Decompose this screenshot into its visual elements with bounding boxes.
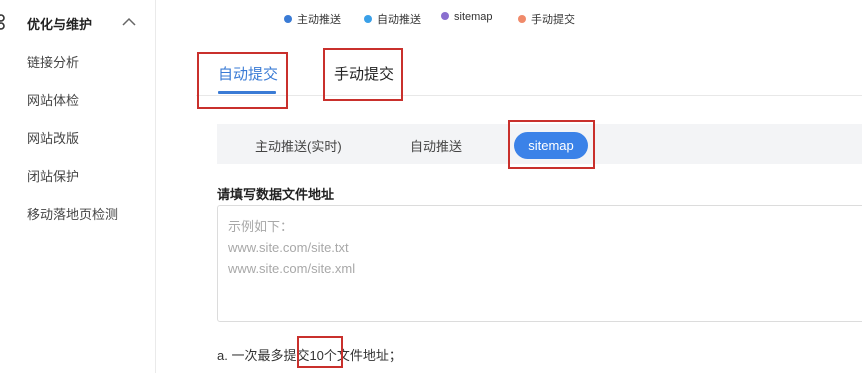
sidebar: 优化与维护 链接分析 网站体检 网站改版 闭站保护 移动落地页检测 bbox=[0, 0, 156, 373]
data-file-address-label: 请填写数据文件地址 bbox=[217, 187, 335, 202]
data-file-address-input[interactable]: 示例如下： www.site.com/site.txt www.site.com… bbox=[217, 205, 862, 322]
legend-dot bbox=[518, 15, 526, 23]
sidebar-section-header[interactable]: 优化与维护 bbox=[0, 10, 156, 36]
legend-item-active-push: 主动推送 bbox=[284, 11, 341, 27]
legend-dot bbox=[441, 12, 449, 20]
sidebar-item-link-analysis[interactable]: 链接分析 bbox=[27, 52, 79, 71]
sidebar-section-label: 优化与维护 bbox=[27, 17, 93, 32]
legend-dot bbox=[284, 15, 292, 23]
submission-limit-note: a. 一次最多提交10个文件地址； bbox=[217, 348, 402, 363]
submission-method-tabs: 主动推送(实时) 自动推送 sitemap bbox=[217, 124, 862, 164]
subtab-sitemap[interactable]: sitemap bbox=[514, 132, 588, 159]
sidebar-item-mobile-landing-check[interactable]: 移动落地页检测 bbox=[27, 204, 118, 223]
placeholder-line: www.site.com/site.txt bbox=[228, 240, 349, 255]
subtab-auto-push[interactable]: 自动推送 bbox=[410, 136, 462, 155]
placeholder-line: www.site.com/site.xml bbox=[228, 261, 356, 276]
legend-item-sitemap: sitemap bbox=[441, 11, 493, 23]
active-tab-indicator bbox=[218, 91, 276, 94]
placeholder-line: 示例如下： bbox=[228, 219, 294, 234]
sidebar-item-site-redesign[interactable]: 网站改版 bbox=[27, 128, 79, 147]
subtab-active-push-realtime[interactable]: 主动推送(实时) bbox=[255, 136, 342, 155]
legend-item-auto-push: 自动推送 bbox=[364, 11, 421, 27]
tab-auto-submit[interactable]: 自动提交 bbox=[218, 63, 278, 84]
legend-dot bbox=[364, 15, 372, 23]
sidebar-item-site-checkup[interactable]: 网站体检 bbox=[27, 90, 79, 109]
chevron-up-icon[interactable] bbox=[121, 16, 137, 28]
submission-tabs: 自动提交 手动提交 bbox=[196, 48, 862, 96]
tab-manual-submit[interactable]: 手动提交 bbox=[334, 63, 394, 84]
tools-icon bbox=[0, 14, 5, 30]
legend-item-manual-submit: 手动提交 bbox=[518, 11, 575, 27]
sidebar-item-site-closure[interactable]: 闭站保护 bbox=[27, 166, 79, 185]
